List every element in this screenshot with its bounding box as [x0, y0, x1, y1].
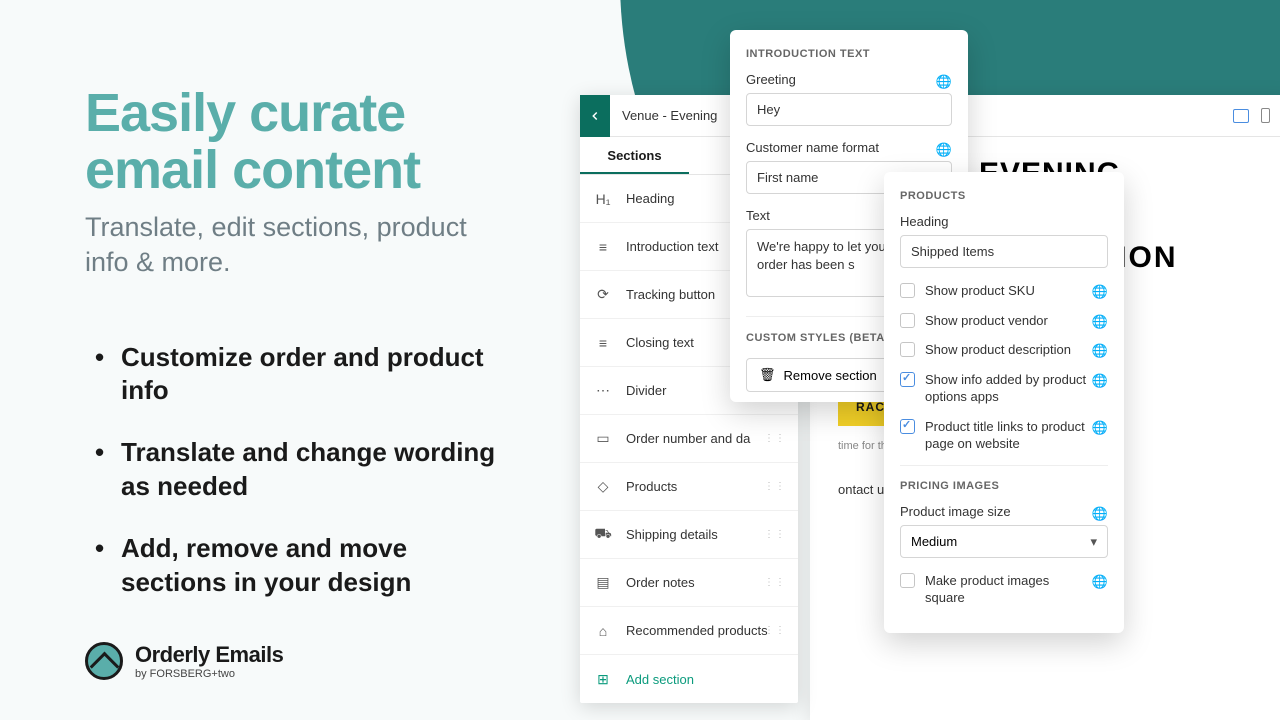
square-images-checkbox[interactable]: Make product images square 🌐: [900, 572, 1108, 607]
greeting-input[interactable]: [746, 93, 952, 126]
globe-icon[interactable]: 🌐: [936, 74, 952, 90]
drag-handle-icon[interactable]: ⋮⋮: [764, 481, 786, 492]
section-item[interactable]: ▤Order notes⋮⋮: [580, 559, 798, 607]
product-option-checkbox[interactable]: Product title links to product page on w…: [900, 418, 1108, 453]
image-size-select[interactable]: Medium: [900, 525, 1108, 558]
product-option-checkbox[interactable]: Show product description🌐: [900, 341, 1108, 359]
marketing-left: Easily curate email content Translate, e…: [85, 85, 505, 627]
trash-icon: 🗑: [759, 367, 776, 383]
section-item[interactable]: ◇Products⋮⋮: [580, 463, 798, 511]
tab-sections[interactable]: Sections: [580, 137, 689, 174]
section-icon: H₁: [594, 190, 612, 208]
mobile-icon[interactable]: [1261, 108, 1270, 123]
card-header: PRODUCTS: [900, 190, 1108, 202]
logo-icon: [85, 642, 123, 680]
product-option-checkbox[interactable]: Show product vendor🌐: [900, 312, 1108, 330]
section-icon: ⌂: [594, 622, 612, 640]
brand-logo: Orderly Emails by FORSBERG+two: [85, 642, 283, 680]
greeting-label: Greeting: [746, 72, 952, 87]
globe-icon[interactable]: 🌐: [1092, 573, 1108, 591]
globe-icon[interactable]: 🌐: [1092, 372, 1108, 390]
heading-label: Heading: [900, 214, 1108, 229]
globe-icon[interactable]: 🌐: [936, 142, 952, 158]
name-format-label: Customer name format: [746, 140, 952, 155]
globe-icon[interactable]: 🌐: [1092, 313, 1108, 331]
remove-section-button[interactable]: 🗑 Remove section: [746, 358, 890, 392]
back-button[interactable]: [580, 95, 610, 137]
card-header: INTRODUCTION TEXT: [746, 48, 952, 60]
globe-icon[interactable]: 🌐: [1092, 342, 1108, 360]
section-icon: ⟳: [594, 286, 612, 304]
brand-name: Orderly Emails: [135, 642, 283, 668]
globe-icon[interactable]: 🌐: [1092, 419, 1108, 437]
section-icon: ▭: [594, 430, 612, 448]
section-icon: ≡: [594, 238, 612, 256]
section-icon: ≡: [594, 334, 612, 352]
brand-byline: by FORSBERG+two: [135, 668, 283, 680]
image-size-label: Product image size: [900, 504, 1108, 519]
plus-icon: ⊞: [594, 670, 612, 688]
drag-handle-icon[interactable]: ⋮⋮: [764, 577, 786, 588]
bullet-item: Add, remove and move sections in your de…: [85, 532, 505, 600]
globe-icon[interactable]: 🌐: [1092, 283, 1108, 301]
section-icon: ▤: [594, 574, 612, 592]
theme-title: Venue - Evening: [610, 108, 717, 123]
feature-bullets: Customize order and product info Transla…: [85, 341, 505, 600]
desktop-icon[interactable]: [1233, 109, 1249, 123]
drag-handle-icon[interactable]: ⋮⋮: [764, 433, 786, 444]
section-item[interactable]: ▭Order number and da⋮⋮: [580, 415, 798, 463]
add-section-button[interactable]: ⊞ Add section: [580, 655, 798, 703]
pricing-images-header: PRICING IMAGES: [900, 465, 1108, 492]
section-item[interactable]: ⌂Recommended products⋮⋮: [580, 607, 798, 655]
drag-handle-icon[interactable]: ⋮⋮: [764, 529, 786, 540]
section-icon: ⋯: [594, 382, 612, 400]
section-icon: ⛟: [594, 526, 612, 544]
section-icon: ◇: [594, 478, 612, 496]
headline: Easily curate email content: [85, 85, 505, 198]
subheadline: Translate, edit sections, product info &…: [85, 210, 505, 280]
drag-handle-icon[interactable]: ⋮⋮: [764, 625, 786, 636]
bullet-item: Customize order and product info: [85, 341, 505, 409]
bullet-item: Translate and change wording as needed: [85, 436, 505, 504]
globe-icon[interactable]: 🌐: [1092, 506, 1108, 522]
products-settings-card: PRODUCTS Heading Show product SKU🌐 Show p…: [884, 172, 1124, 633]
product-option-checkbox[interactable]: Show product SKU🌐: [900, 282, 1108, 300]
section-item[interactable]: ⛟Shipping details⋮⋮: [580, 511, 798, 559]
products-heading-input[interactable]: [900, 235, 1108, 268]
product-option-checkbox[interactable]: Show info added by product options apps🌐: [900, 371, 1108, 406]
